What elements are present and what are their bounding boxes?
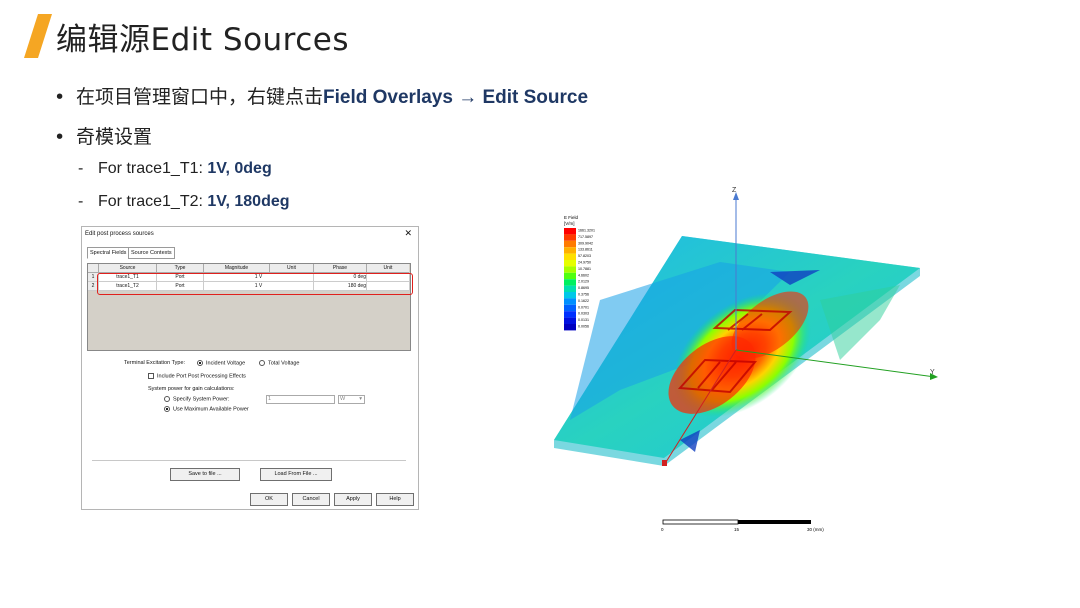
system-power-input[interactable]: 1 — [266, 395, 335, 404]
system-power-label: System power for gain calculations: — [148, 386, 235, 392]
power-unit-value: W — [340, 396, 346, 402]
dialog-title: Edit post process sources — [85, 231, 154, 237]
scale-label-30: 30 (mm) — [807, 527, 824, 532]
highlight-box — [97, 273, 413, 295]
radio-icon — [164, 406, 170, 412]
legend-swatch — [564, 272, 576, 280]
legend-swatch — [564, 253, 576, 260]
checkbox-label: Include Port Post Processing Effects — [157, 373, 246, 380]
bullet-1-text: 在项目管理窗口中，右键点击 — [76, 86, 324, 108]
edit-sources-dialog: Edit post process sources ✕ Spectral Fie… — [81, 226, 419, 510]
legend-value: 24.9750 — [578, 261, 591, 265]
divider — [92, 460, 406, 461]
bullet-1-bold: Field Overlays → Edit Source — [323, 87, 589, 108]
subitem-2-text: For trace1_T2: — [98, 193, 208, 210]
legend-value: 0.0056 — [578, 325, 589, 329]
field-plot-view: Z Y E Field [V/m] 1661.3201 717.5897 309.9… — [554, 187, 938, 532]
column-header[interactable]: Unit — [367, 264, 409, 273]
legend-value: 2.0129 — [578, 280, 589, 284]
column-header[interactable]: Phase — [314, 264, 367, 273]
save-to-file-button[interactable]: Save to file ... — [170, 468, 240, 481]
legend-value: 57.8203 — [578, 254, 591, 258]
column-header[interactable]: Type — [157, 264, 204, 273]
radio-label: Incident Voltage — [206, 360, 246, 367]
legend-value: 0.8695 — [578, 286, 589, 290]
column-header[interactable]: Unit — [270, 264, 314, 273]
legend-swatch — [564, 266, 576, 273]
legend-value: 0.0131 — [578, 318, 589, 322]
legend-title-1: E Field — [564, 215, 579, 220]
bullet-2: • 奇模设置 — [54, 126, 153, 148]
excitation-label: Terminal Excitation Type: — [124, 360, 186, 366]
pcb-board — [554, 236, 920, 466]
subitem-dash: - — [78, 193, 84, 210]
legend-swatch — [564, 292, 576, 299]
radio-label: Use Maximum Available Power — [173, 406, 249, 413]
legend-value: 0.0303 — [578, 312, 589, 316]
subitem-1-bold: 1V, 0deg — [207, 160, 272, 177]
legend-swatch — [564, 298, 576, 305]
ok-button[interactable]: OK — [250, 493, 288, 506]
specify-system-power-radio[interactable]: Specify System Power: — [164, 396, 230, 402]
legend-swatch — [564, 317, 576, 324]
z-axis-label: Z — [732, 187, 737, 194]
legend-swatch — [564, 260, 576, 267]
legend-value: 0.1622 — [578, 299, 589, 303]
slide-title: 编辑源Edit Sources — [56, 22, 350, 58]
tab-source-contexts[interactable]: Source Contexts — [128, 247, 175, 259]
legend-value: 717.5897 — [578, 235, 593, 239]
legend-swatch — [564, 311, 576, 318]
scale-label-0: 0 — [661, 527, 664, 532]
y-axis-label: Y — [930, 369, 935, 376]
legend-swatch — [564, 247, 576, 254]
subitem-1-text: For trace1_T1: — [98, 160, 208, 177]
legend-swatch — [564, 285, 576, 292]
cancel-button[interactable]: Cancel — [292, 493, 330, 506]
subitem-2-bold: 1V, 180deg — [207, 193, 290, 210]
legend-value: 1661.3201 — [578, 229, 595, 233]
legend-title-2: [V/m] — [564, 221, 575, 226]
legend-swatch — [564, 304, 576, 312]
checkbox-icon — [148, 373, 154, 379]
column-header[interactable]: Magnitude — [204, 264, 270, 273]
radio-icon — [197, 360, 203, 366]
field-legend: E Field [V/m] 1661.3201 717.5897 309.9042 1… — [564, 215, 595, 331]
load-from-file-button[interactable]: Load From File ... — [260, 468, 332, 481]
power-unit-select[interactable]: W ▾ — [338, 395, 365, 404]
radio-icon — [164, 396, 170, 402]
scale-bar: 0 15 30 (mm) — [661, 519, 824, 532]
legend-value: 0.3756 — [578, 293, 589, 297]
subitem-dash: - — [78, 160, 84, 177]
max-power-radio[interactable]: Use Maximum Available Power — [164, 406, 249, 412]
radio-label: Total Voltage — [268, 360, 300, 367]
legend-swatch — [564, 228, 576, 235]
legend-value: 133.8611 — [578, 248, 593, 252]
apply-button[interactable]: Apply — [334, 493, 372, 506]
radio-icon — [259, 360, 265, 366]
legend-swatch — [564, 234, 576, 241]
radio-label: Specify System Power: — [173, 396, 230, 403]
legend-swatch — [564, 240, 576, 248]
include-post-processing-checkbox[interactable]: Include Port Post Processing Effects — [148, 373, 246, 379]
title-accent-bar — [24, 14, 52, 58]
chevron-down-icon: ▾ — [359, 396, 362, 402]
legend-swatch — [564, 279, 576, 286]
help-button[interactable]: Help — [376, 493, 414, 506]
subitem-1: - For trace1_T1: 1V, 0deg — [78, 160, 272, 178]
legend-value: 4.6602 — [578, 273, 589, 277]
legend-value: 309.9042 — [578, 241, 593, 245]
tab-spectral-fields[interactable]: Spectral Fields — [87, 247, 130, 259]
scale-label-15: 15 — [734, 527, 740, 532]
legend-value: 0.0701 — [578, 305, 589, 309]
incident-voltage-radio[interactable]: Incident Voltage — [197, 360, 245, 366]
bullet-2-text: 奇模设置 — [76, 126, 153, 148]
bullet-1: • 在项目管理窗口中，右键点击Field Overlays → Edit Sour… — [54, 86, 589, 108]
close-icon[interactable]: ✕ — [404, 228, 412, 239]
legend-value: 10.7881 — [578, 267, 591, 271]
row-header-corner — [88, 264, 99, 273]
total-voltage-radio[interactable]: Total Voltage — [259, 360, 300, 366]
subitem-2: - For trace1_T2: 1V, 180deg — [78, 193, 290, 211]
column-header[interactable]: Source — [99, 264, 157, 273]
legend-swatch — [564, 324, 576, 331]
